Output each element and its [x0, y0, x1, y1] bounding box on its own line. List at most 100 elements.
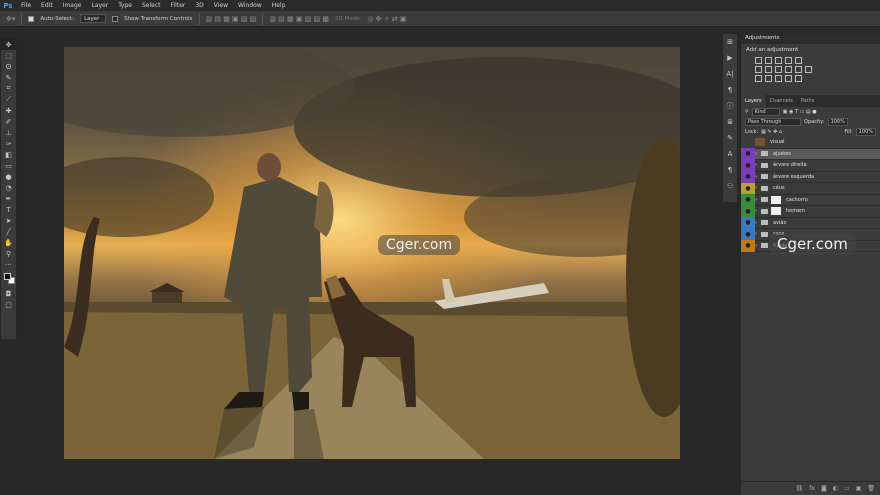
new-group-icon[interactable]: ▭ [844, 485, 850, 492]
color-lookup-icon[interactable] [805, 66, 812, 73]
eye-icon[interactable]: ● [741, 182, 755, 194]
paragraph-icon[interactable]: ¶ [723, 82, 737, 98]
menu-layer[interactable]: Layer [86, 0, 113, 11]
layer-row[interactable]: ● › ajustes [741, 148, 880, 160]
properties-icon[interactable]: ≣ [723, 114, 737, 130]
eraser-icon[interactable]: ◧ [1, 149, 16, 160]
curves-icon[interactable] [775, 57, 782, 64]
color-balance-icon[interactable] [765, 66, 772, 73]
type-tool-icon[interactable]: T [1, 204, 16, 215]
info-icon[interactable]: ⓘ [723, 98, 737, 114]
layer-row[interactable]: ● › céus [741, 182, 880, 195]
hue-sat-icon[interactable] [755, 66, 762, 73]
chevron-right-icon[interactable]: › [755, 208, 757, 214]
history-brush-icon[interactable]: ✑ [1, 138, 16, 149]
black-white-icon[interactable] [775, 66, 782, 73]
layer-row[interactable]: ● › homem [741, 205, 880, 218]
layer-mask-thumbnail[interactable] [771, 207, 781, 216]
threshold-icon[interactable] [775, 75, 782, 82]
para-styles-icon[interactable]: ¶ [723, 162, 737, 178]
clone-source-icon[interactable]: ⚇ [723, 178, 737, 194]
filter-type-icons[interactable]: ▣ ◉ T ▭ ▤ ● [783, 109, 817, 115]
eye-icon[interactable]: ● [741, 148, 755, 160]
chevron-right-icon[interactable]: › [755, 197, 757, 203]
color-swatches[interactable] [1, 270, 16, 288]
pen-tool-icon[interactable]: ✒ [1, 193, 16, 204]
char-styles-icon[interactable]: A [723, 146, 737, 162]
eye-icon[interactable]: ● [741, 217, 755, 229]
menu-view[interactable]: View [209, 0, 233, 11]
screen-mode-icon[interactable]: ▢ [1, 299, 16, 310]
brush-preset-icon[interactable]: ✎ [723, 130, 737, 146]
menu-3d[interactable]: 3D [190, 0, 208, 11]
lasso-tool-icon[interactable]: ʘ [1, 61, 16, 72]
healing-brush-icon[interactable]: ✚ [1, 105, 16, 116]
layer-row[interactable]: ● › árvore direita [741, 159, 880, 172]
align-icons[interactable]: ▥ ▤ ▦ ▣ ▧ ▨ [206, 15, 257, 23]
chevron-right-icon[interactable]: › [755, 174, 757, 180]
opacity-input[interactable]: 100% [827, 118, 848, 126]
layer-row[interactable]: visual [741, 136, 880, 149]
layer-row[interactable]: ● › avião [741, 217, 880, 229]
history-icon[interactable]: ⊞ [723, 34, 737, 50]
show-transform-checkbox[interactable] [112, 15, 119, 22]
eyedropper-icon[interactable]: ⟋ [1, 94, 16, 105]
posterize-icon[interactable] [765, 75, 772, 82]
new-layer-icon[interactable]: ▣ [856, 485, 862, 492]
layer-row[interactable]: ● › cachorro [741, 194, 880, 206]
eye-icon[interactable]: ● [741, 194, 755, 206]
menu-image[interactable]: Image [58, 0, 87, 11]
quick-mask-icon[interactable]: ◘ [1, 288, 16, 299]
tab-paths[interactable]: Paths [797, 95, 819, 107]
move-tool-icon[interactable]: ✥▾ [6, 15, 15, 23]
hand-tool-icon[interactable]: ✋ [1, 237, 16, 248]
blur-tool-icon[interactable]: ● [1, 171, 16, 182]
chevron-right-icon[interactable]: › [755, 243, 757, 249]
marquee-tool-icon[interactable]: ⬚ [1, 50, 16, 61]
chevron-right-icon[interactable]: › [755, 162, 757, 168]
blend-mode-select[interactable]: Pass Through [745, 118, 801, 126]
menu-file[interactable]: File [16, 0, 36, 11]
eye-icon[interactable]: ● [741, 228, 755, 240]
vibrance-icon[interactable] [795, 57, 802, 64]
gradient-map-icon[interactable] [785, 75, 792, 82]
brush-tool-icon[interactable]: ✐ [1, 116, 16, 127]
channel-mixer-icon[interactable] [795, 66, 802, 73]
menu-window[interactable]: Window [233, 0, 267, 11]
selective-color-icon[interactable] [795, 75, 802, 82]
photo-filter-icon[interactable] [785, 66, 792, 73]
dodge-tool-icon[interactable]: ◔ [1, 182, 16, 193]
menu-select[interactable]: Select [137, 0, 166, 11]
gradient-tool-icon[interactable]: ▭ [1, 160, 16, 171]
eye-icon[interactable]: ● [741, 171, 755, 183]
menu-filter[interactable]: Filter [166, 0, 191, 11]
link-icon[interactable]: ⛓ [796, 485, 804, 492]
adjustment-layer-icon[interactable]: ◐ [833, 485, 838, 492]
more-tools-icon[interactable]: ··· [1, 259, 16, 270]
menu-type[interactable]: Type [113, 0, 137, 11]
auto-select-checkbox[interactable] [28, 15, 35, 22]
invert-icon[interactable] [755, 75, 762, 82]
chevron-right-icon[interactable]: › [755, 151, 757, 157]
3d-mode-icons[interactable]: ◎ ✥ ✧ ⇄ ▣ [367, 15, 406, 23]
actions-icon[interactable]: ▶ [723, 50, 737, 66]
lock-icons[interactable]: ▦ ✎ ✥ ⌂ [761, 129, 782, 135]
shape-tool-icon[interactable]: ╱ [1, 226, 16, 237]
trash-icon[interactable]: 🗑 [867, 485, 875, 492]
fill-input[interactable]: 100% [855, 128, 876, 136]
kind-filter-select[interactable]: Kind [751, 108, 780, 116]
foreground-color[interactable] [4, 273, 11, 280]
exposure-icon[interactable] [785, 57, 792, 64]
character-icon[interactable]: A| [723, 66, 737, 82]
chevron-right-icon[interactable]: › [755, 231, 757, 237]
auto-select-dropdown[interactable]: Layer [80, 14, 107, 23]
eye-icon[interactable]: ● [741, 205, 755, 217]
path-select-icon[interactable]: ➤ [1, 215, 16, 226]
chevron-right-icon[interactable]: › [755, 220, 757, 226]
menu-help[interactable]: Help [267, 0, 291, 11]
quick-select-icon[interactable]: ✎ [1, 72, 16, 83]
fx-icon[interactable]: fx [809, 485, 815, 492]
layer-mask-thumbnail[interactable] [771, 195, 781, 204]
distribute-icons[interactable]: ▥ ▤ ▦ ▣ ▧ ▨ ▩ [269, 15, 329, 23]
crop-tool-icon[interactable]: ⌗ [1, 83, 16, 94]
